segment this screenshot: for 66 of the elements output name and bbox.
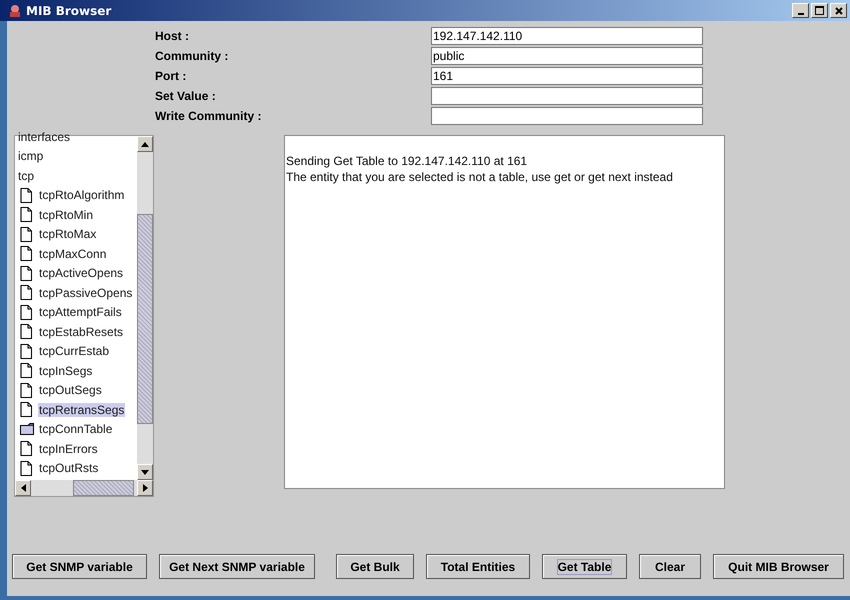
input-field[interactable] [431, 87, 703, 105]
tree-item[interactable]: tcpOutRsts [38, 461, 100, 476]
tree-item[interactable]: tcpEstabResets [38, 324, 124, 339]
action-button[interactable]: Get SNMP variable [12, 554, 147, 579]
minimize-button[interactable] [792, 3, 809, 18]
document-icon [20, 188, 34, 203]
tree-item[interactable]: interfaces [17, 130, 72, 144]
maximize-button[interactable] [811, 3, 828, 18]
tree-item[interactable]: tcpCurrEstab [38, 344, 110, 358]
tree-item[interactable]: tcpRetransSegs [38, 402, 126, 417]
left-arrow-icon[interactable] [20, 484, 26, 492]
action-button[interactable]: Clear [639, 554, 701, 579]
maximize-icon [815, 6, 824, 15]
document-icon [20, 285, 34, 300]
tree-item[interactable]: tcpRtoMax [38, 227, 98, 242]
output-line: The entity that you are selected is not a table, use get or get next instead [286, 169, 674, 185]
document-icon [20, 226, 34, 242]
window-title: MIB Browser [26, 4, 112, 18]
input-field[interactable]: 192.147.142.110 [431, 27, 703, 45]
tree-item[interactable]: tcpMaxConn [38, 246, 108, 261]
document-icon [20, 266, 34, 281]
tree-item[interactable]: tcpPassiveOpens [38, 286, 134, 300]
field-label: Write Community : [155, 109, 262, 123]
tree-item[interactable]: tcpRtoMin [38, 208, 94, 222]
field-label: Community : [155, 49, 230, 63]
tree-item[interactable]: tcp [17, 168, 36, 183]
vertical-scrollbar[interactable] [137, 136, 153, 480]
field-label: Port : [155, 69, 188, 83]
tree-item[interactable]: tcpOutSegs [38, 383, 103, 398]
tree-item[interactable]: tcpActiveOpens [38, 266, 124, 280]
document-icon [20, 363, 34, 378]
input-field[interactable]: public [431, 47, 703, 65]
field-label: Host : [155, 29, 190, 43]
output-line: Sending Get Table to 192.147.142.110 at 161 [286, 153, 528, 169]
folder-icon [20, 422, 34, 437]
field-label: Set Value : [155, 89, 217, 103]
action-button[interactable]: Quit MIB Browser [713, 554, 844, 579]
input-field[interactable]: 161 [431, 67, 703, 85]
tree-item[interactable]: icmp [17, 149, 44, 164]
document-icon [20, 402, 34, 418]
app-icon [8, 4, 22, 18]
minimize-icon [798, 12, 804, 14]
tree-item[interactable]: tcpRtoAlgorithm [38, 188, 126, 202]
right-arrow-icon[interactable] [142, 484, 148, 492]
action-button[interactable]: Get Next SNMP variable [159, 554, 315, 579]
action-button[interactable]: Total Entities [426, 554, 530, 579]
horizontal-scrollbar[interactable] [15, 480, 153, 496]
up-arrow-icon[interactable] [141, 142, 149, 146]
tree-item[interactable]: tcpConnTable [38, 422, 114, 436]
document-icon [20, 441, 34, 456]
input-field[interactable] [431, 107, 703, 125]
tree-item[interactable]: tcpInSegs [38, 364, 94, 378]
document-icon [20, 207, 34, 222]
close-icon [834, 6, 842, 14]
down-arrow-icon[interactable] [141, 470, 149, 474]
document-icon [20, 382, 34, 398]
close-button[interactable] [830, 3, 847, 18]
tree-item[interactable]: tcpInErrors [38, 442, 99, 456]
action-button[interactable]: Get Bulk [336, 554, 414, 579]
tree-item[interactable]: tcpAttemptFails [38, 305, 123, 320]
document-icon [20, 344, 34, 359]
document-icon [20, 304, 34, 320]
document-icon [20, 246, 34, 262]
document-icon [20, 324, 34, 340]
document-icon [20, 460, 34, 476]
action-button[interactable]: Get Table [542, 554, 627, 579]
